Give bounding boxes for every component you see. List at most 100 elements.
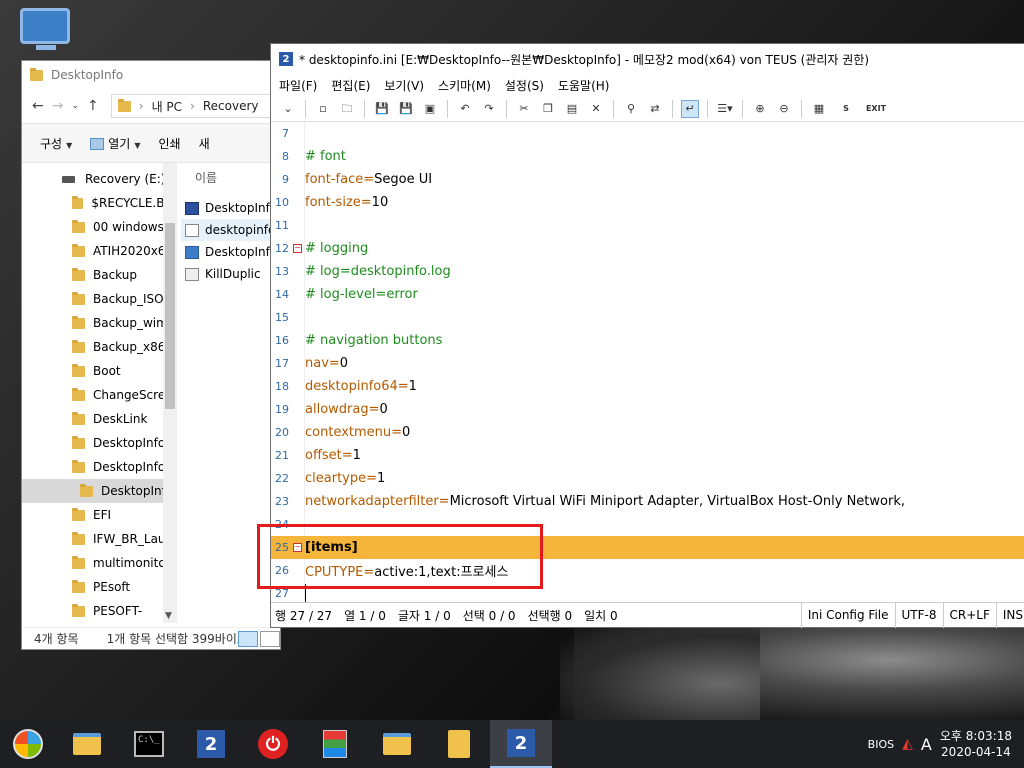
notepad-titlebar[interactable]: 2 * desktopinfo.ini [E:₩DesktopInfo--원본₩… (271, 44, 1024, 74)
save-as-icon[interactable]: 💾 (397, 100, 415, 118)
details-view-button[interactable] (238, 631, 258, 647)
settings-s-icon[interactable]: S (834, 100, 858, 118)
this-pc-desktop-icon[interactable] (20, 8, 72, 52)
taskbar-notepad2[interactable]: 2 (180, 720, 242, 768)
clock[interactable]: 오후 8:03:18 2020-04-14 (940, 728, 1012, 760)
tree-item-folder[interactable]: IFW_BR_Laun (22, 527, 177, 551)
exit-icon[interactable]: EXIT (864, 100, 888, 118)
print-button[interactable]: 인쇄 (159, 135, 181, 152)
code-line[interactable]: 12− # logging (271, 237, 1024, 260)
code-line[interactable]: 13 # log=desktopinfo.log (271, 260, 1024, 283)
status-ins[interactable]: INS (995, 602, 1024, 628)
save-copy-icon[interactable]: ▣ (421, 100, 439, 118)
recent-chevron-icon[interactable]: ⌄ (71, 101, 79, 111)
organize-button[interactable]: 구성 ▼ (40, 135, 72, 152)
large-icons-view-button[interactable] (260, 631, 280, 647)
breadcrumb-recovery[interactable]: Recovery (203, 99, 259, 113)
tree-item-folder[interactable]: ChangeScree (22, 383, 177, 407)
tree-scrollbar[interactable]: ▼ (163, 163, 177, 623)
tree-item-folder[interactable]: EFI (22, 503, 177, 527)
taskbar-registry[interactable] (304, 720, 366, 768)
taskbar-explorer[interactable] (56, 720, 118, 768)
open-folder-icon[interactable]: 🗀 (338, 100, 356, 118)
column-header-name[interactable]: 이름 (195, 169, 280, 193)
tree-item-folder[interactable]: multimonitor (22, 551, 177, 575)
tree-item-folder[interactable]: Backup_wim (22, 311, 177, 335)
menu-view[interactable]: 보기(V) (384, 77, 424, 94)
save-icon[interactable]: 💾 (373, 100, 391, 118)
copy-icon[interactable]: ❐ (539, 100, 557, 118)
find-icon[interactable]: ⚲ (622, 100, 640, 118)
menu-settings[interactable]: 설정(S) (505, 77, 544, 94)
back-arrow-icon[interactable]: ← (32, 98, 44, 114)
code-line[interactable]: 22 cleartype=1 (271, 467, 1024, 490)
cut-icon[interactable]: ✂ (515, 100, 533, 118)
code-line[interactable]: 21 offset=1 (271, 444, 1024, 467)
tree-item-folder[interactable]: PESOFT- (22, 599, 177, 623)
word-wrap-icon[interactable]: ↵ (681, 99, 699, 118)
status-eol[interactable]: CR+LF (942, 602, 996, 628)
tree-item-folder[interactable]: Backup (22, 263, 177, 287)
code-line[interactable]: 19 allowdrag=0 (271, 398, 1024, 421)
tree-item-selected[interactable]: DesktopInfo (22, 479, 177, 503)
taskbar-cmd[interactable]: C:\_ (118, 720, 180, 768)
replace-icon[interactable]: ⇄ (646, 100, 664, 118)
tree-item-folder[interactable]: Boot (22, 359, 177, 383)
code-line[interactable]: 9 font-face=Segoe UI (271, 168, 1024, 191)
status-scheme[interactable]: Ini Config File (800, 602, 895, 628)
code-line[interactable]: 18 desktopinfo64=1 (271, 375, 1024, 398)
scrollbar-thumb[interactable] (165, 223, 175, 409)
code-line[interactable]: 23 networkadapterfilter=Microsoft Virtual… (271, 490, 1024, 513)
redo-icon[interactable]: ↷ (480, 100, 498, 118)
new-file-icon[interactable]: ▫ (314, 100, 332, 118)
tree-item-folder[interactable]: PEsoft (22, 575, 177, 599)
network-flag-icon[interactable]: ◭ (902, 736, 913, 752)
zoom-in-icon[interactable]: ⊕ (751, 100, 769, 118)
explorer-titlebar[interactable]: DesktopInfo (22, 61, 280, 89)
file-row[interactable]: KillDuplic (181, 263, 280, 285)
file-row[interactable]: DesktopInfo (181, 197, 280, 219)
taskbar-notepad2-active[interactable]: 2 (490, 720, 552, 768)
taskbar-folder-shortcut[interactable] (366, 720, 428, 768)
toolbar-chevron-icon[interactable]: ⌄ (279, 100, 297, 118)
undo-icon[interactable]: ↶ (456, 100, 474, 118)
tree-item-folder[interactable]: ATIH2020x64 (22, 239, 177, 263)
new-folder-button[interactable]: 새 (199, 135, 210, 152)
code-line[interactable]: 15 (271, 306, 1024, 329)
breadcrumb-pc[interactable]: 내 PC (152, 98, 182, 115)
scheme-dropdown-icon[interactable]: ☰▾ (716, 100, 734, 118)
menu-help[interactable]: 도움말(H) (558, 77, 610, 94)
tree-item-drive[interactable]: Recovery (E:) (22, 167, 177, 191)
file-row-selected[interactable]: desktopinfo (181, 219, 280, 241)
breadcrumb[interactable]: › 내 PC › Recovery (110, 94, 280, 118)
ime-indicator[interactable]: A (921, 735, 932, 754)
code-line[interactable]: 11 (271, 214, 1024, 237)
menu-scheme[interactable]: 스키마(M) (438, 77, 491, 94)
open-button[interactable]: 열기 ▼ (90, 135, 141, 152)
fold-marker-icon[interactable]: − (293, 244, 302, 253)
code-line[interactable]: 10 font-size=10 (271, 191, 1024, 214)
properties-icon[interactable]: ▦ (810, 100, 828, 118)
paste-icon[interactable]: ▤ (563, 100, 581, 118)
code-line[interactable]: 7 (271, 122, 1024, 145)
tree-item-folder[interactable]: Backup_x86 (22, 335, 177, 359)
taskbar-power[interactable]: ⏻ (242, 720, 304, 768)
tree-item-folder[interactable]: DeskLink (22, 407, 177, 431)
code-line[interactable]: 16 # navigation buttons (271, 329, 1024, 352)
forward-arrow-icon[interactable]: → (52, 98, 64, 114)
menu-file[interactable]: 파일(F) (279, 77, 317, 94)
menu-edit[interactable]: 편집(E) (331, 77, 370, 94)
code-line[interactable]: 8 # font (271, 145, 1024, 168)
bios-label[interactable]: BIOS (868, 738, 894, 751)
tree-item-folder[interactable]: DesktopInfo (22, 431, 177, 455)
tree-item-folder[interactable]: 00 windows (22, 215, 177, 239)
tree-item-folder[interactable]: DesktopInfo- (22, 455, 177, 479)
up-arrow-icon[interactable]: ↑ (87, 98, 99, 114)
scroll-down-icon[interactable]: ▼ (165, 611, 172, 621)
tree-item-folder[interactable]: Backup_ISO (22, 287, 177, 311)
zoom-out-icon[interactable]: ⊖ (775, 100, 793, 118)
file-row[interactable]: DesktopInfo (181, 241, 280, 263)
tree-item-folder[interactable]: $RECYCLE.BIN (22, 191, 177, 215)
start-button[interactable] (0, 720, 56, 768)
status-encoding[interactable]: UTF-8 (894, 602, 943, 628)
